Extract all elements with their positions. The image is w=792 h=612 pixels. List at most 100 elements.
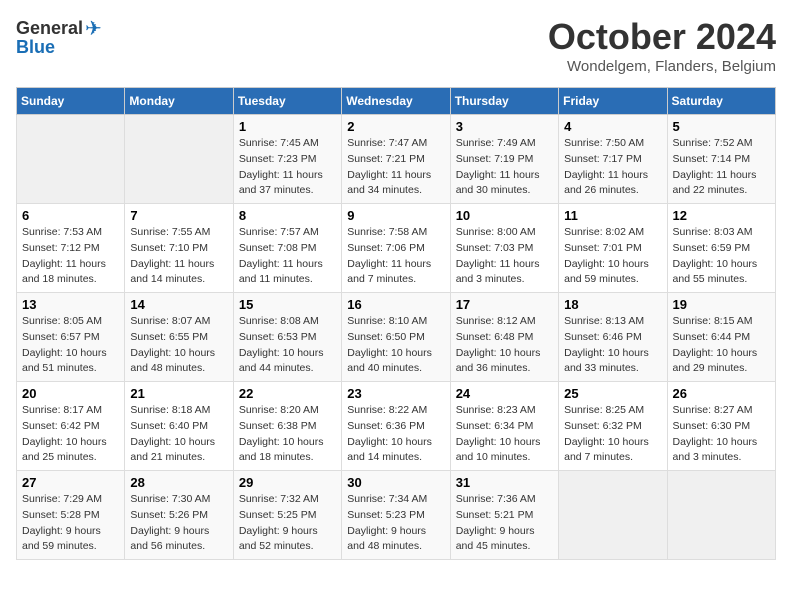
calendar-cell: 13 Sunrise: 8:05 AMSunset: 6:57 PMDayligh… [17, 293, 125, 382]
day-info: Sunrise: 8:15 AMSunset: 6:44 PMDaylight:… [673, 315, 758, 374]
day-info: Sunrise: 8:10 AMSunset: 6:50 PMDaylight:… [347, 315, 432, 374]
day-number: 4 [564, 119, 661, 134]
calendar-cell: 8 Sunrise: 7:57 AMSunset: 7:08 PMDaylight… [233, 204, 341, 293]
calendar-cell: 9Sunrise: 7:58 AMSunset: 7:06 PMDaylight… [342, 204, 450, 293]
day-header-friday: Friday [559, 88, 667, 115]
day-info: Sunrise: 8:05 AMSunset: 6:57 PMDaylight:… [22, 315, 107, 374]
day-number: 25 [564, 386, 661, 401]
day-number: 20 [22, 386, 119, 401]
calendar-cell: 27 Sunrise: 7:29 AMSunset: 5:28 PMDayligh… [17, 471, 125, 560]
day-info: Sunrise: 7:34 AMSunset: 5:23 PMDaylight:… [347, 493, 427, 552]
day-number: 3 [456, 119, 553, 134]
day-info: Sunrise: 8:13 AMSunset: 6:46 PMDaylight:… [564, 315, 649, 374]
calendar-cell [125, 115, 233, 204]
day-number: 29 [239, 475, 336, 490]
day-header-monday: Monday [125, 88, 233, 115]
calendar-cell: 10 Sunrise: 8:00 AMSunset: 7:03 PMDayligh… [450, 204, 558, 293]
logo-general-text: General [16, 18, 83, 39]
day-info: Sunrise: 8:20 AMSunset: 6:38 PMDaylight:… [239, 404, 324, 463]
day-info: Sunrise: 8:00 AMSunset: 7:03 PMDaylight:… [456, 226, 540, 285]
calendar-cell: 3 Sunrise: 7:49 AMSunset: 7:19 PMDaylight… [450, 115, 558, 204]
calendar-cell: 22Sunrise: 8:20 AMSunset: 6:38 PMDayligh… [233, 382, 341, 471]
day-number: 18 [564, 297, 661, 312]
day-info: Sunrise: 7:57 AMSunset: 7:08 PMDaylight:… [239, 226, 323, 285]
calendar-cell [667, 471, 775, 560]
day-info: Sunrise: 7:55 AMSunset: 7:10 PMDaylight:… [130, 226, 214, 285]
day-number: 7 [130, 208, 227, 223]
calendar-cell: 16Sunrise: 8:10 AMSunset: 6:50 PMDayligh… [342, 293, 450, 382]
day-info: Sunrise: 7:50 AMSunset: 7:17 PMDaylight:… [564, 137, 648, 196]
day-number: 1 [239, 119, 336, 134]
day-info: Sunrise: 8:17 AMSunset: 6:42 PMDaylight:… [22, 404, 107, 463]
calendar-cell: 21Sunrise: 8:18 AMSunset: 6:40 PMDayligh… [125, 382, 233, 471]
day-header-saturday: Saturday [667, 88, 775, 115]
calendar-cell: 31Sunrise: 7:36 AMSunset: 5:21 PMDayligh… [450, 471, 558, 560]
calendar-cell: 12 Sunrise: 8:03 AMSunset: 6:59 PMDayligh… [667, 204, 775, 293]
day-header-thursday: Thursday [450, 88, 558, 115]
day-header-tuesday: Tuesday [233, 88, 341, 115]
day-number: 15 [239, 297, 336, 312]
day-number: 8 [239, 208, 336, 223]
calendar-cell: 2 Sunrise: 7:47 AMSunset: 7:21 PMDaylight… [342, 115, 450, 204]
day-number: 19 [673, 297, 770, 312]
calendar-cell: 1 Sunrise: 7:45 AMSunset: 7:23 PMDaylight… [233, 115, 341, 204]
day-number: 12 [673, 208, 770, 223]
day-number: 5 [673, 119, 770, 134]
day-info: Sunrise: 7:29 AMSunset: 5:28 PMDaylight:… [22, 493, 102, 552]
day-info: Sunrise: 8:12 AMSunset: 6:48 PMDaylight:… [456, 315, 541, 374]
day-info: Sunrise: 7:45 AMSunset: 7:23 PMDaylight:… [239, 137, 323, 196]
calendar-cell: 25 Sunrise: 8:25 AMSunset: 6:32 PMDayligh… [559, 382, 667, 471]
day-info: Sunrise: 7:49 AMSunset: 7:19 PMDaylight:… [456, 137, 540, 196]
week-row-5: 27 Sunrise: 7:29 AMSunset: 5:28 PMDayligh… [17, 471, 776, 560]
calendar-cell [17, 115, 125, 204]
day-number: 27 [22, 475, 119, 490]
day-info: Sunrise: 8:27 AMSunset: 6:30 PMDaylight:… [673, 404, 758, 463]
page-header: General ✈ Blue October 2024 Wondelgem, F… [16, 16, 776, 75]
day-info: Sunrise: 7:47 AMSunset: 7:21 PMDaylight:… [347, 137, 431, 196]
calendar-cell: 28 Sunrise: 7:30 AMSunset: 5:26 PMDayligh… [125, 471, 233, 560]
calendar-table: SundayMondayTuesdayWednesdayThursdayFrid… [16, 87, 776, 560]
logo: General ✈ Blue [16, 16, 102, 58]
calendar-cell: 4 Sunrise: 7:50 AMSunset: 7:17 PMDaylight… [559, 115, 667, 204]
day-number: 23 [347, 386, 444, 401]
calendar-cell: 17Sunrise: 8:12 AMSunset: 6:48 PMDayligh… [450, 293, 558, 382]
calendar-cell: 15 Sunrise: 8:08 AMSunset: 6:53 PMDayligh… [233, 293, 341, 382]
logo-blue-text: Blue [16, 37, 55, 58]
week-row-1: 1 Sunrise: 7:45 AMSunset: 7:23 PMDaylight… [17, 115, 776, 204]
calendar-cell: 24 Sunrise: 8:23 AMSunset: 6:34 PMDayligh… [450, 382, 558, 471]
day-number: 2 [347, 119, 444, 134]
day-info: Sunrise: 8:22 AMSunset: 6:36 PMDaylight:… [347, 404, 432, 463]
day-info: Sunrise: 7:36 AMSunset: 5:21 PMDaylight:… [456, 493, 536, 552]
calendar-cell: 23 Sunrise: 8:22 AMSunset: 6:36 PMDayligh… [342, 382, 450, 471]
calendar-cell: 30 Sunrise: 7:34 AMSunset: 5:23 PMDayligh… [342, 471, 450, 560]
day-info: Sunrise: 8:03 AMSunset: 6:59 PMDaylight:… [673, 226, 758, 285]
calendar-cell: 11Sunrise: 8:02 AMSunset: 7:01 PMDayligh… [559, 204, 667, 293]
calendar-cell: 18 Sunrise: 8:13 AMSunset: 6:46 PMDayligh… [559, 293, 667, 382]
calendar-cell: 14Sunrise: 8:07 AMSunset: 6:55 PMDayligh… [125, 293, 233, 382]
calendar-cell: 5 Sunrise: 7:52 AMSunset: 7:14 PMDaylight… [667, 115, 775, 204]
calendar-cell: 19 Sunrise: 8:15 AMSunset: 6:44 PMDayligh… [667, 293, 775, 382]
day-number: 30 [347, 475, 444, 490]
day-info: Sunrise: 8:02 AMSunset: 7:01 PMDaylight:… [564, 226, 649, 285]
day-info: Sunrise: 8:08 AMSunset: 6:53 PMDaylight:… [239, 315, 324, 374]
day-number: 10 [456, 208, 553, 223]
month-title: October 2024 [548, 16, 776, 58]
day-info: Sunrise: 8:18 AMSunset: 6:40 PMDaylight:… [130, 404, 215, 463]
title-section: October 2024 Wondelgem, Flanders, Belgiu… [548, 16, 776, 75]
day-number: 13 [22, 297, 119, 312]
day-info: Sunrise: 8:07 AMSunset: 6:55 PMDaylight:… [130, 315, 215, 374]
day-number: 24 [456, 386, 553, 401]
calendar-cell: 26Sunrise: 8:27 AMSunset: 6:30 PMDayligh… [667, 382, 775, 471]
week-row-3: 13 Sunrise: 8:05 AMSunset: 6:57 PMDayligh… [17, 293, 776, 382]
logo-bird-icon: ✈ [85, 16, 102, 41]
header-row: SundayMondayTuesdayWednesdayThursdayFrid… [17, 88, 776, 115]
day-info: Sunrise: 7:30 AMSunset: 5:26 PMDaylight:… [130, 493, 210, 552]
week-row-2: 6Sunrise: 7:53 AMSunset: 7:12 PMDaylight… [17, 204, 776, 293]
day-info: Sunrise: 7:52 AMSunset: 7:14 PMDaylight:… [673, 137, 757, 196]
day-header-sunday: Sunday [17, 88, 125, 115]
calendar-cell: 6Sunrise: 7:53 AMSunset: 7:12 PMDaylight… [17, 204, 125, 293]
day-info: Sunrise: 8:25 AMSunset: 6:32 PMDaylight:… [564, 404, 649, 463]
day-info: Sunrise: 7:32 AMSunset: 5:25 PMDaylight:… [239, 493, 319, 552]
day-info: Sunrise: 8:23 AMSunset: 6:34 PMDaylight:… [456, 404, 541, 463]
day-number: 28 [130, 475, 227, 490]
